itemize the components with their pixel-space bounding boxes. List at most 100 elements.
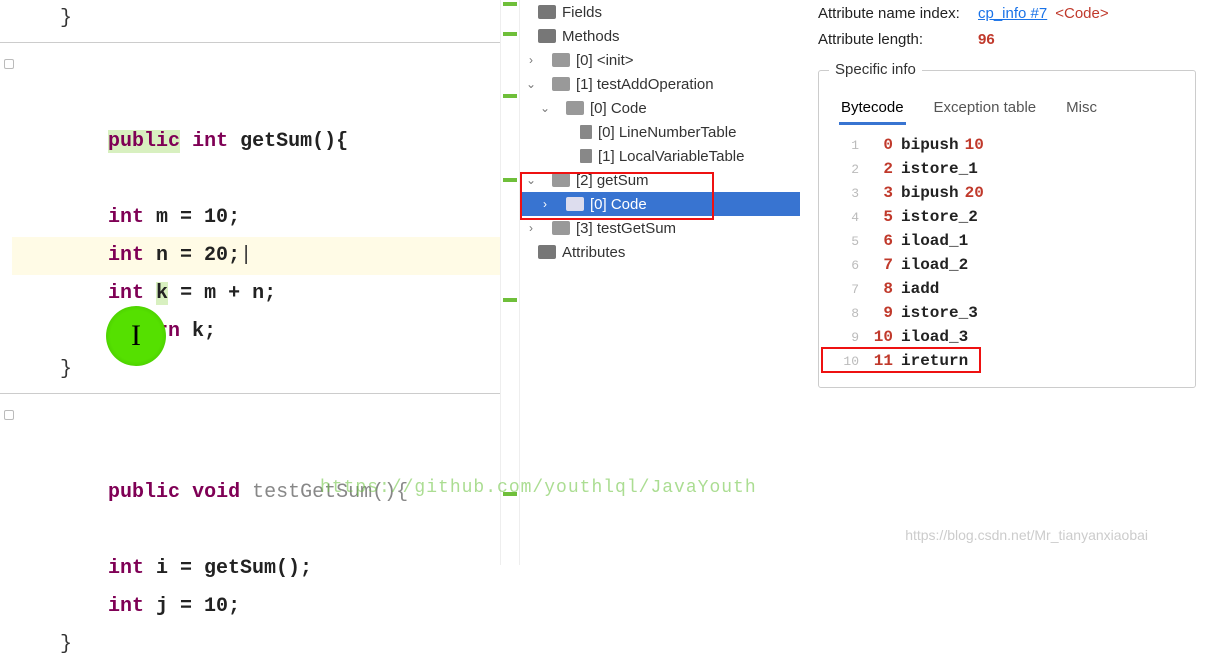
gutter-method-icon <box>4 410 14 420</box>
bytecode-line-number: 9 <box>837 330 859 345</box>
tree-item-method-testadd[interactable]: ⌄[1] testAddOperation <box>520 72 800 96</box>
tab-misc[interactable]: Misc <box>1064 93 1099 125</box>
folder-icon <box>566 197 584 211</box>
attr-length-value: 96 <box>978 31 995 48</box>
bytecode-offset: 10 <box>863 328 893 346</box>
bytecode-row[interactable]: 10 bipush 10 <box>837 133 1195 157</box>
bytecode-offset: 8 <box>863 280 893 298</box>
code-line: } <box>12 626 500 664</box>
code-line: public void testGetSum(){ <box>12 398 500 550</box>
folder-icon <box>566 101 584 115</box>
bytecode-opcode: iload_2 <box>901 256 968 274</box>
bytecode-line-number: 7 <box>837 282 859 297</box>
bytecode-offset: 3 <box>863 184 893 202</box>
bytecode-opcode: iload_1 <box>901 232 968 250</box>
tree-item-fields[interactable]: Fields <box>520 0 800 24</box>
tree-item-code-selected[interactable]: ›[0] Code <box>520 192 800 216</box>
bytecode-line-number: 3 <box>837 186 859 201</box>
bytecode-offset: 5 <box>863 208 893 226</box>
code-line: } <box>12 0 500 38</box>
bytecode-row[interactable]: 45 istore_2 <box>837 205 1195 229</box>
chevron-right-icon[interactable]: › <box>524 53 538 67</box>
tree-item-method-testgetsum[interactable]: ›[3] testGetSum <box>520 216 800 240</box>
chevron-down-icon[interactable]: ⌄ <box>524 173 538 187</box>
code-line: int k = m + n; <box>12 275 500 313</box>
folder-icon <box>552 173 570 187</box>
bytecode-arg: 10 <box>965 136 984 154</box>
attribute-details-panel: Attribute name index: cp_info #7 <Code> … <box>800 0 1208 565</box>
gutter-method-icon <box>4 59 14 69</box>
file-icon <box>580 125 592 139</box>
chevron-down-icon[interactable]: ⌄ <box>538 101 552 115</box>
bytecode-offset: 2 <box>863 160 893 178</box>
tree-item-attributes[interactable]: Attributes <box>520 240 800 264</box>
tree-item-lvt[interactable]: [1] LocalVariableTable <box>520 144 800 168</box>
bytecode-row[interactable]: 33 bipush 20 <box>837 181 1195 205</box>
bytecode-opcode: bipush <box>901 184 959 202</box>
code-line: int i = getSum(); <box>12 550 500 588</box>
code-line: return k; <box>12 313 500 351</box>
tree-item-method-getsum[interactable]: ⌄[2] getSum <box>520 168 800 192</box>
file-icon <box>580 149 592 163</box>
bytecode-opcode: istore_3 <box>901 304 978 322</box>
bytecode-line-number: 8 <box>837 306 859 321</box>
bytecode-line-number: 5 <box>837 234 859 249</box>
bytecode-row[interactable]: 78 iadd <box>837 277 1195 301</box>
folder-icon <box>538 245 556 259</box>
cursor-highlight-icon: I <box>106 306 166 366</box>
bytecode-row[interactable]: 67iload_2 <box>837 253 1195 277</box>
bytecode-line-number: 1 <box>837 138 859 153</box>
code-line: int m = 10; <box>12 199 500 237</box>
tree-item-code[interactable]: ⌄[0] Code <box>520 96 800 120</box>
bytecode-line-number: 2 <box>837 162 859 177</box>
folder-icon <box>552 221 570 235</box>
bytecode-arg: 20 <box>965 184 984 202</box>
bytecode-opcode: ireturn <box>901 352 968 370</box>
folder-icon <box>552 53 570 67</box>
watermark: https://github.com/youthlql/JavaYouth <box>320 478 757 498</box>
bytecode-opcode: bipush <box>901 136 959 154</box>
tab-bar: Bytecode Exception table Misc <box>819 91 1195 125</box>
code-line: } <box>12 351 500 389</box>
attr-name-row: Attribute name index: cp_info #7 <Code> <box>818 0 1196 26</box>
tab-exception-table[interactable]: Exception table <box>932 93 1039 125</box>
code-line: int j = 10; <box>12 588 500 626</box>
group-legend: Specific info <box>829 61 922 78</box>
bytecode-list[interactable]: 10bipush1022istore_133bipush2045istore_2… <box>819 125 1195 387</box>
bytecode-line-number: 6 <box>837 258 859 273</box>
bytecode-offset: 6 <box>863 232 893 250</box>
bytecode-line-number: 4 <box>837 210 859 225</box>
bytecode-row[interactable]: 22 istore_1 <box>837 157 1195 181</box>
specific-info-group: Specific info Bytecode Exception table M… <box>818 70 1196 388</box>
bytecode-row[interactable]: 89 istore_3 <box>837 301 1195 325</box>
chevron-down-icon[interactable]: ⌄ <box>524 77 538 91</box>
code-line-current: int n = 20;| <box>12 237 500 275</box>
bytecode-offset: 11 <box>863 352 893 370</box>
folder-icon <box>538 5 556 19</box>
bytecode-offset: 9 <box>863 304 893 322</box>
attr-length-row: Attribute length: 96 <box>818 26 1196 52</box>
chevron-right-icon[interactable]: › <box>538 197 552 211</box>
bytecode-row[interactable]: 56 iload_1 <box>837 229 1195 253</box>
bytecode-offset: 0 <box>863 136 893 154</box>
bytecode-opcode: istore_1 <box>901 160 978 178</box>
attr-name-tag: <Code> <box>1055 5 1108 22</box>
method-separator <box>0 393 500 394</box>
folder-icon <box>538 29 556 43</box>
tree-item-lnt[interactable]: [0] LineNumberTable <box>520 120 800 144</box>
watermark: https://blog.csdn.net/Mr_tianyanxiaobai <box>905 527 1148 543</box>
bytecode-line-number: 10 <box>837 354 859 369</box>
code-line: public int getSum(){ <box>12 47 500 199</box>
bytecode-opcode: iload_3 <box>901 328 968 346</box>
tab-bytecode[interactable]: Bytecode <box>839 93 906 125</box>
bytecode-opcode: istore_2 <box>901 208 978 226</box>
chevron-right-icon[interactable]: › <box>524 221 538 235</box>
bytecode-opcode: iadd <box>901 280 939 298</box>
tree-item-methods[interactable]: Methods <box>520 24 800 48</box>
tree-item-method-init[interactable]: ›[0] <init> <box>520 48 800 72</box>
method-separator <box>0 42 500 43</box>
bytecode-row[interactable]: 10 11 ireturn <box>837 349 1195 373</box>
folder-icon <box>552 77 570 91</box>
bytecode-row[interactable]: 9 10 iload_3 <box>837 325 1195 349</box>
cp-info-link[interactable]: cp_info #7 <box>978 5 1047 22</box>
